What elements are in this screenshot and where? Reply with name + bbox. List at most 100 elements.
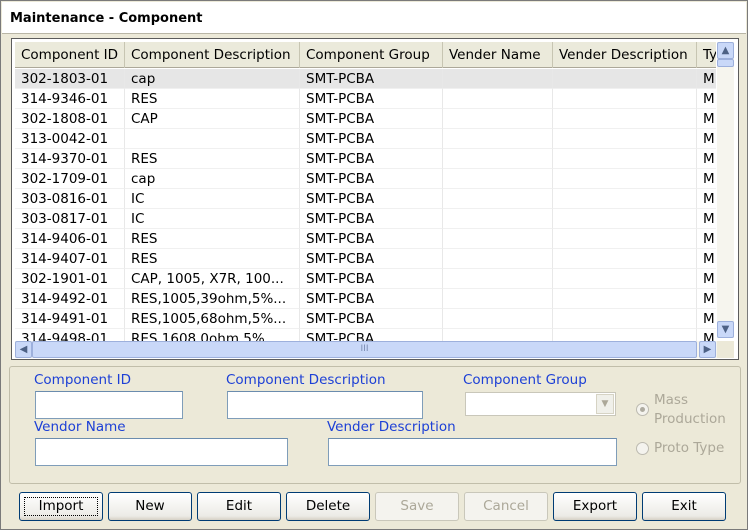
title-bar: Maintenance - Component — [2, 2, 746, 34]
table-cell: M — [697, 129, 716, 149]
component-group-select[interactable]: ▼ — [465, 392, 616, 416]
table-cell: SMT-PCBA — [300, 249, 443, 269]
export-button[interactable]: Export — [553, 492, 637, 521]
arrow-right-icon[interactable]: ▶ — [699, 341, 716, 358]
table-cell: M — [697, 169, 716, 189]
vertical-scrollbar[interactable]: ▲ ▼ — [717, 42, 734, 338]
cancel-button[interactable]: Cancel — [464, 492, 548, 521]
component-description-field[interactable] — [227, 391, 423, 419]
exit-button[interactable]: Exit — [642, 492, 726, 521]
table-cell — [553, 89, 697, 109]
grid-header: Component ID Component Description Compo… — [15, 42, 716, 68]
component-detail-panel: Component ID Component Description Compo… — [9, 366, 741, 484]
component-id-field[interactable] — [35, 391, 183, 419]
new-button[interactable]: New — [108, 492, 192, 521]
horizontal-scrollbar[interactable]: ◀ III ▶ — [15, 341, 717, 358]
table-cell — [443, 89, 553, 109]
table-row[interactable]: 314-9407-01 RES SMT-PCBA M — [15, 249, 716, 269]
table-row[interactable]: 314-9492-01 RES,1005,39ohm,5%... SMT-PCBA M — [15, 289, 716, 309]
table-row[interactable]: 303-0816-01 IC SMT-PCBA M — [15, 189, 716, 209]
column-header-vender-name[interactable]: Vender Name — [443, 42, 553, 68]
proto-type-radio[interactable] — [636, 442, 649, 455]
table-cell: M — [697, 149, 716, 169]
table-cell — [443, 289, 553, 309]
column-header-component-description[interactable]: Component Description — [125, 42, 300, 68]
table-row[interactable]: 303-0817-01 IC SMT-PCBA M — [15, 209, 716, 229]
table-cell — [443, 169, 553, 189]
table-row[interactable]: 302-1709-01 cap SMT-PCBA M — [15, 169, 716, 189]
column-header-component-group[interactable]: Component Group — [300, 42, 443, 68]
table-row[interactable]: 314-9406-01 RES SMT-PCBA M — [15, 229, 716, 249]
table-cell — [553, 229, 697, 249]
table-row[interactable]: 314-9491-01 RES,1005,68ohm,5%... SMT-PCBA M — [15, 309, 716, 329]
table-cell — [553, 69, 697, 89]
column-header-vender-description[interactable]: Vender Description — [553, 42, 697, 68]
table-row[interactable]: 302-1803-01 cap SMT-PCBA M — [15, 69, 716, 89]
proto-type-label: Proto Type — [654, 440, 725, 456]
import-button[interactable]: Import — [19, 492, 103, 521]
table-cell — [553, 289, 697, 309]
vertical-scroll-thumb[interactable] — [717, 59, 734, 67]
table-cell — [443, 69, 553, 89]
table-cell: 303-0817-01 — [15, 209, 125, 229]
table-cell: SMT-PCBA — [300, 169, 443, 189]
table-row[interactable]: 314-9498-01 RES,1608,0ohm,5%... SMT-PCBA M — [15, 329, 716, 341]
table-cell: M — [697, 249, 716, 269]
table-cell: SMT-PCBA — [300, 69, 443, 89]
table-cell: 314-9491-01 — [15, 309, 125, 329]
horizontal-scroll-thumb[interactable]: III — [32, 341, 697, 358]
table-cell: M — [697, 269, 716, 289]
vender-description-field[interactable] — [328, 438, 617, 466]
table-row[interactable]: 302-1901-01 CAP, 1005, X7R, 100... SMT-PCB… — [15, 269, 716, 289]
table-cell — [553, 329, 697, 341]
vendor-name-label: Vendor Name — [34, 419, 126, 435]
table-cell: RES,1005,68ohm,5%... — [125, 309, 300, 329]
chevron-down-icon[interactable]: ▼ — [596, 394, 614, 414]
table-cell: CAP — [125, 109, 300, 129]
table-cell — [553, 209, 697, 229]
table-row[interactable]: 314-9370-01 RES SMT-PCBA M — [15, 149, 716, 169]
scrollbar-corner — [717, 341, 734, 358]
mass-production-label-line1: Mass — [654, 392, 688, 408]
table-cell: 302-1808-01 — [15, 109, 125, 129]
edit-button[interactable]: Edit — [197, 492, 281, 521]
table-cell — [443, 249, 553, 269]
table-cell — [443, 129, 553, 149]
table-cell: 302-1709-01 — [15, 169, 125, 189]
table-cell: M — [697, 109, 716, 129]
table-cell: cap — [125, 69, 300, 89]
mass-production-label-line2: Production — [654, 411, 726, 427]
table-cell: SMT-PCBA — [300, 129, 443, 149]
table-cell — [443, 229, 553, 249]
table-cell — [553, 309, 697, 329]
table-cell: M — [697, 229, 716, 249]
table-row[interactable]: 314-9346-01 RES SMT-PCBA M — [15, 89, 716, 109]
table-cell: M — [697, 289, 716, 309]
table-cell: 314-9492-01 — [15, 289, 125, 309]
delete-button[interactable]: Delete — [286, 492, 370, 521]
table-cell: SMT-PCBA — [300, 109, 443, 129]
table-cell — [443, 269, 553, 289]
table-cell: 303-0816-01 — [15, 189, 125, 209]
table-cell: RES,1608,0ohm,5%... — [125, 329, 300, 341]
table-cell: M — [697, 189, 716, 209]
component-description-label: Component Description — [226, 372, 386, 388]
arrow-up-icon[interactable]: ▲ — [717, 42, 734, 59]
arrow-left-icon[interactable]: ◀ — [15, 341, 32, 358]
table-cell: SMT-PCBA — [300, 289, 443, 309]
save-button[interactable]: Save — [375, 492, 459, 521]
column-header-component-id[interactable]: Component ID — [15, 42, 125, 68]
component-grid[interactable]: Component ID Component Description Compo… — [11, 38, 739, 360]
arrow-down-icon[interactable]: ▼ — [717, 321, 734, 338]
table-cell: RES,1005,39ohm,5%... — [125, 289, 300, 309]
table-row[interactable]: 313-0042-01 SMT-PCBA M — [15, 129, 716, 149]
mass-production-radio[interactable] — [636, 403, 649, 416]
table-cell — [443, 149, 553, 169]
column-header-type[interactable]: Ty — [697, 42, 716, 68]
vendor-name-field[interactable] — [35, 438, 288, 466]
table-row[interactable]: 302-1808-01 CAP SMT-PCBA M — [15, 109, 716, 129]
table-cell: SMT-PCBA — [300, 329, 443, 341]
grid-viewport: Component ID Component Description Compo… — [15, 42, 716, 341]
table-cell: M — [697, 309, 716, 329]
table-cell: 314-9407-01 — [15, 249, 125, 269]
